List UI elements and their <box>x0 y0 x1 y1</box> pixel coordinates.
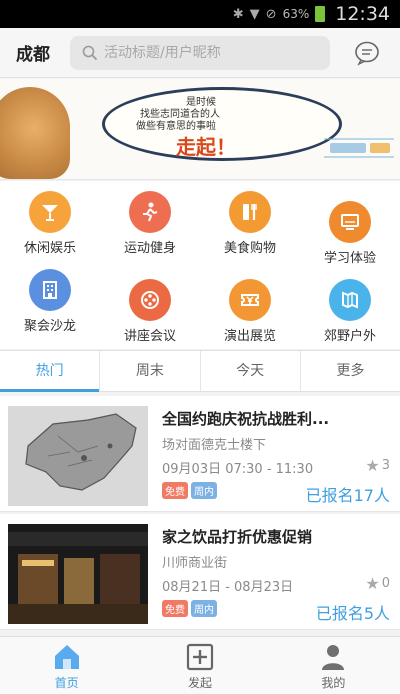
banner-slogan: 走起！ <box>176 135 236 159</box>
category-label: 聚会沙龙 <box>23 319 76 334</box>
dining-icon <box>229 191 271 233</box>
category-party-salon[interactable]: 聚会沙龙 <box>0 259 100 339</box>
tag-free: 免费 <box>162 600 188 617</box>
category-label: 休闲娱乐 <box>23 241 76 256</box>
tag-free: 免费 <box>162 482 188 499</box>
filter-tabs: 热门 周末 今天 更多 <box>0 350 400 392</box>
banner-line-3: 做些有意思的事啦 <box>136 121 216 132</box>
message-icon[interactable] <box>354 40 380 66</box>
battery-percent: 63% <box>282 7 310 21</box>
nav-label: 首页 <box>54 676 79 690</box>
bus-illustration <box>324 138 394 158</box>
event-time: 08月21日 - 08月23日 <box>162 580 294 595</box>
star-icon: ★ <box>365 574 380 593</box>
event-location: 川师商业街 <box>162 556 228 571</box>
tab-weekend[interactable]: 周末 <box>100 351 201 391</box>
clock: 12:34 <box>335 3 390 25</box>
signup-count: 已报名17人 <box>305 486 390 505</box>
event-location: 场对面德克士楼下 <box>162 438 267 453</box>
battery-icon <box>315 6 326 22</box>
wifi-icon: ▼ <box>249 6 260 22</box>
event-time: 09月03日 07:30 - 11:30 <box>162 462 314 477</box>
category-outdoor[interactable]: 郊野户外 <box>300 269 400 349</box>
do-not-disturb-icon: ⊘ <box>265 6 277 22</box>
app-header: 成都 <box>0 28 400 78</box>
nav-label: 我的 <box>321 676 346 690</box>
nav-profile[interactable]: 我的 <box>267 637 400 694</box>
event-card[interactable]: 家之饮品打折优惠促销 川师商业街 08月21日 - 08月23日 ★ 0 免费 … <box>0 514 400 630</box>
nav-home[interactable]: 首页 <box>0 637 133 694</box>
event-tags: 免费 周内 <box>162 600 217 617</box>
category-label: 运动健身 <box>123 241 176 256</box>
category-learning[interactable]: 学习体验 <box>300 191 400 271</box>
search-icon <box>82 45 98 60</box>
search-bar[interactable] <box>70 35 330 70</box>
star-count: 3 <box>381 458 390 473</box>
signup-count: 已报名5人 <box>315 604 390 623</box>
category-grid: 休闲娱乐 运动健身 美食购物 学习体验 聚会沙龙 讲座会议 演出展览 郊野户外 <box>0 181 400 349</box>
category-label: 讲座会议 <box>123 329 176 344</box>
event-title: 家之饮品打折优惠促销 <box>162 528 313 546</box>
category-sports[interactable]: 运动健身 <box>100 181 200 261</box>
add-box-icon <box>186 643 214 671</box>
tag-weekday: 周内 <box>191 600 217 617</box>
nav-label: 发起 <box>187 676 212 690</box>
tab-more[interactable]: 更多 <box>301 351 400 391</box>
building-icon <box>29 269 71 311</box>
event-rating: ★ 3 <box>365 456 390 475</box>
city-selector[interactable]: 成都 <box>16 40 64 65</box>
film-reel-icon <box>129 279 171 321</box>
bottom-nav: 首页 发起 我的 <box>0 636 400 694</box>
nav-create[interactable]: 发起 <box>133 637 266 694</box>
category-shows[interactable]: 演出展览 <box>200 269 300 349</box>
category-food-shopping[interactable]: 美食购物 <box>200 181 300 261</box>
star-icon: ★ <box>365 456 380 475</box>
event-thumbnail <box>8 524 148 624</box>
cat-illustration <box>0 87 70 179</box>
tab-today[interactable]: 今天 <box>201 351 301 391</box>
status-bar: ✱ ▼ ⊘ 63% 12:34 <box>0 0 400 28</box>
map-icon <box>329 279 371 321</box>
event-thumbnail <box>8 406 148 506</box>
cocktail-icon <box>29 191 71 233</box>
category-leisure[interactable]: 休闲娱乐 <box>0 181 100 261</box>
home-icon <box>54 645 79 669</box>
monitor-icon <box>329 201 371 243</box>
user-icon <box>322 645 345 670</box>
ticket-icon <box>229 279 271 321</box>
category-label: 美食购物 <box>223 241 276 256</box>
event-card[interactable]: 全国约跑庆祝抗战胜利... 场对面德克士楼下 09月03日 07:30 - 11… <box>0 396 400 512</box>
bluetooth-icon: ✱ <box>232 6 244 22</box>
runner-icon <box>129 191 171 233</box>
search-input[interactable] <box>104 44 324 61</box>
promo-banner[interactable]: 是时候 找些志同道合的人 做些有意思的事啦 走起！ <box>0 79 400 180</box>
category-label: 学习体验 <box>323 251 376 266</box>
event-rating: ★ 0 <box>365 574 390 593</box>
event-title: 全国约跑庆祝抗战胜利... <box>162 410 330 428</box>
category-label: 演出展览 <box>223 329 276 344</box>
category-label: 郊野户外 <box>323 329 376 344</box>
event-tags: 免费 周内 <box>162 482 217 499</box>
tab-hot[interactable]: 热门 <box>0 351 101 392</box>
tag-weekday: 周内 <box>191 482 217 499</box>
star-count: 0 <box>381 576 390 591</box>
category-lecture[interactable]: 讲座会议 <box>100 269 200 349</box>
